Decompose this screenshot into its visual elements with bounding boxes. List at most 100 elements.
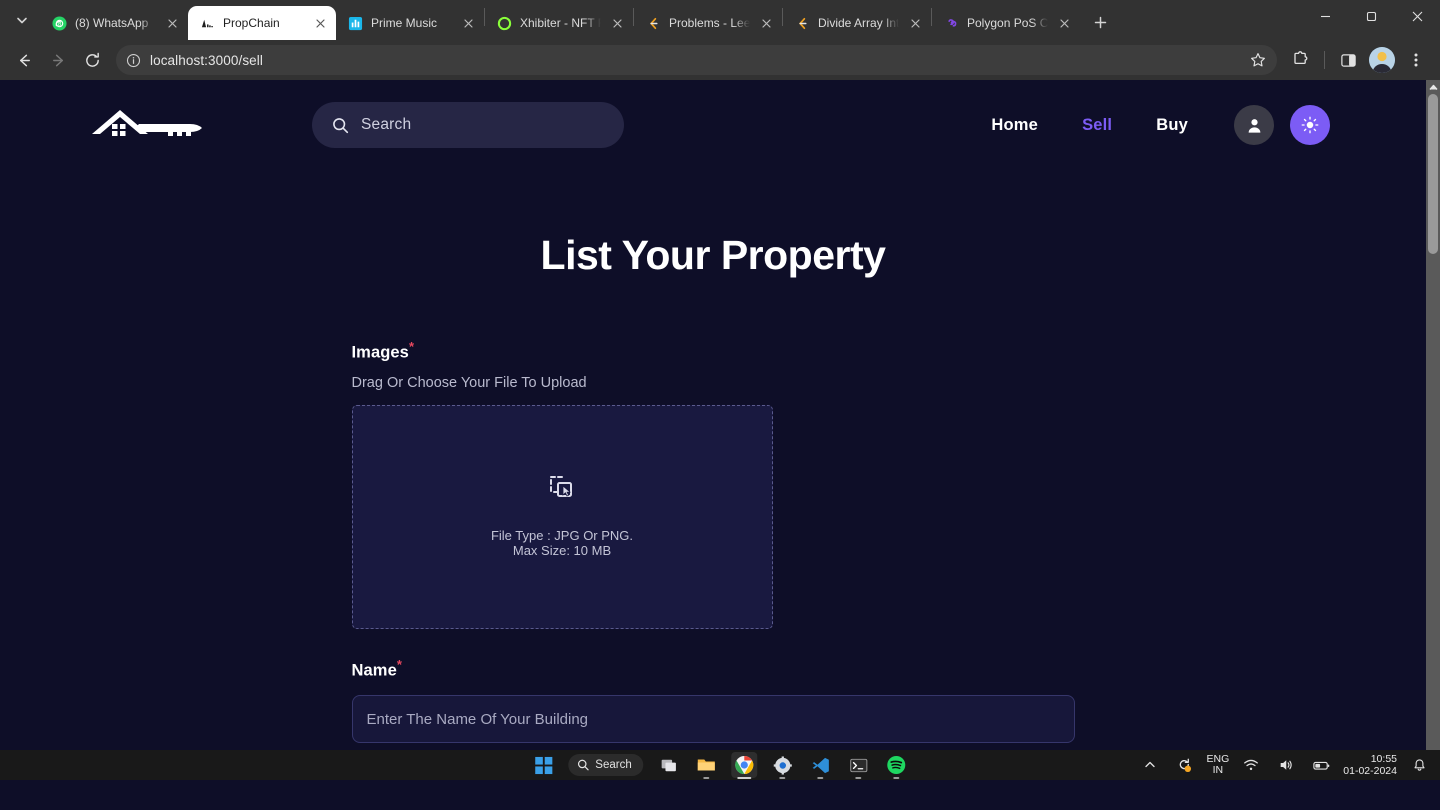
whatsapp-icon: 8	[51, 15, 67, 31]
scroll-up-arrow[interactable]	[1426, 80, 1440, 94]
google-chrome-icon[interactable]	[731, 752, 758, 779]
wifi-icon[interactable]	[1238, 752, 1264, 778]
tab-divide-array[interactable]: Divide Array Into Arr	[783, 6, 931, 40]
tab-close-icon[interactable]	[1056, 15, 1072, 31]
images-hint: Drag Or Choose Your File To Upload	[351, 374, 587, 391]
tab-search-button[interactable]	[8, 6, 36, 34]
tab-title: (8) WhatsApp	[75, 16, 149, 30]
user-icon	[1248, 118, 1260, 133]
list-property-form: Images* Drag Or Choose Your File To Uplo…	[351, 339, 1075, 780]
file-explorer-icon[interactable]	[694, 752, 720, 779]
language-indicator[interactable]: ENG IN	[1207, 754, 1230, 776]
tab-close-icon[interactable]	[460, 15, 476, 31]
running-indicator	[855, 777, 862, 779]
window-controls	[1302, 0, 1440, 40]
windows-start-icon[interactable]	[530, 752, 556, 778]
scrollbar-thumb[interactable]	[1428, 94, 1438, 254]
volume-icon[interactable]	[1273, 752, 1299, 778]
tab-close-icon[interactable]	[164, 15, 180, 31]
battery-icon[interactable]	[1308, 752, 1334, 778]
running-indicator	[893, 777, 900, 779]
dropzone-maxsize: Max Size: 10 MB	[512, 543, 612, 558]
tab-title: Problems - LeetCode	[669, 16, 750, 30]
running-indicator	[703, 777, 710, 779]
running-indicator	[817, 777, 824, 779]
task-view-icon[interactable]	[656, 752, 682, 778]
user-account-button[interactable]	[1234, 105, 1274, 145]
back-arrow-icon	[19, 54, 30, 66]
running-indicator	[737, 777, 752, 779]
clock-date: 01-02-2024	[1343, 765, 1397, 777]
required-asterisk: *	[396, 656, 403, 672]
toolbar-separator	[1324, 51, 1325, 69]
main-nav: Home Sell Buy	[991, 116, 1188, 135]
tab-title: PropChain	[223, 16, 280, 30]
nav-item-home[interactable]: Home	[991, 116, 1038, 135]
name-placeholder: Enter The Name Of Your Building	[366, 710, 589, 728]
dropzone-filetype: File Type : JPG Or PNG.	[490, 527, 634, 543]
settings-gear-icon[interactable]	[770, 752, 796, 779]
tab-close-icon[interactable]	[312, 15, 328, 31]
clock[interactable]: 10:55 01-02-2024	[1343, 753, 1397, 777]
name-input[interactable]: Enter The Name Of Your Building	[351, 695, 1075, 743]
info-circle-icon[interactable]	[126, 53, 141, 68]
tab-title: Xhibiter - NFT React	[520, 16, 601, 30]
tab-title: Divide Array Into Arr	[818, 16, 899, 30]
tab-close-icon[interactable]	[758, 15, 774, 31]
profile-button[interactable]	[1366, 44, 1398, 76]
search-input[interactable]: Search	[312, 102, 624, 148]
language-line-2: IN	[1212, 764, 1224, 776]
tab-prime-music[interactable]: Prime Music	[336, 6, 484, 40]
bell-icon[interactable]	[1406, 752, 1432, 778]
spotify-icon[interactable]	[884, 752, 910, 779]
field-images: Images* Drag Or Choose Your File To Uplo…	[351, 339, 1075, 629]
nav-item-buy[interactable]: Buy	[1156, 116, 1188, 135]
page-scrollbar[interactable]	[1426, 80, 1440, 780]
address-bar[interactable]: localhost:3000/sell	[116, 45, 1277, 75]
taskbar-search[interactable]: Search	[568, 754, 644, 776]
three-dot-menu-icon	[1414, 53, 1418, 67]
drag-drop-select-icon	[549, 475, 575, 506]
reload-button[interactable]	[76, 44, 108, 76]
onedrive-sync-icon[interactable]	[1172, 752, 1198, 778]
taskbar-center: Search	[530, 750, 909, 780]
search-icon	[577, 759, 589, 771]
leetcode-icon	[794, 15, 810, 31]
propchain-house-key-logo[interactable]	[90, 104, 212, 146]
extensions-button[interactable]	[1285, 44, 1317, 76]
propchain-icon	[199, 15, 215, 31]
minimize-button[interactable]	[1302, 0, 1348, 32]
system-tray: ENG IN 10:55 01-02-2024	[1137, 750, 1440, 780]
nav-item-sell[interactable]: Sell	[1082, 116, 1112, 135]
theme-toggle-button[interactable]	[1290, 105, 1330, 145]
terminal-icon[interactable]	[846, 752, 872, 779]
close-window-button[interactable]	[1394, 0, 1440, 32]
tab-leetcode-problems[interactable]: Problems - LeetCode	[634, 6, 782, 40]
image-dropzone[interactable]: File Type : JPG Or PNG. Max Size: 10 MB	[351, 404, 773, 629]
side-panel-button[interactable]	[1332, 44, 1364, 76]
back-button[interactable]	[8, 44, 40, 76]
site-header: Search Home Sell Buy	[0, 80, 1426, 170]
forward-button[interactable]	[42, 44, 74, 76]
tab-close-icon[interactable]	[907, 15, 923, 31]
chevron-down-icon	[17, 17, 27, 24]
vs-code-icon[interactable]	[808, 752, 834, 779]
clock-time: 10:55	[1370, 753, 1397, 765]
browser-menu-button[interactable]	[1400, 44, 1432, 76]
tab-polygon[interactable]: Polygon PoS Chain T	[932, 6, 1080, 40]
omnibox-actions	[1245, 47, 1271, 73]
plus-icon	[1094, 16, 1106, 28]
scrollbar-track[interactable]	[1426, 94, 1440, 766]
url-text: localhost:3000/sell	[150, 52, 263, 68]
tab-xhibiter[interactable]: Xhibiter - NFT React	[485, 6, 633, 40]
leetcode-icon	[645, 15, 661, 31]
required-asterisk: *	[408, 339, 415, 354]
maximize-button[interactable]	[1348, 0, 1394, 32]
running-indicator	[779, 777, 786, 779]
new-tab-button[interactable]	[1086, 8, 1114, 36]
bookmark-star-icon[interactable]	[1245, 47, 1271, 73]
tab-propchain[interactable]: PropChain	[188, 6, 336, 40]
tab-close-icon[interactable]	[609, 15, 625, 31]
tab-whatsapp[interactable]: 8 (8) WhatsApp	[40, 6, 188, 40]
chevron-up-icon[interactable]	[1137, 752, 1163, 778]
